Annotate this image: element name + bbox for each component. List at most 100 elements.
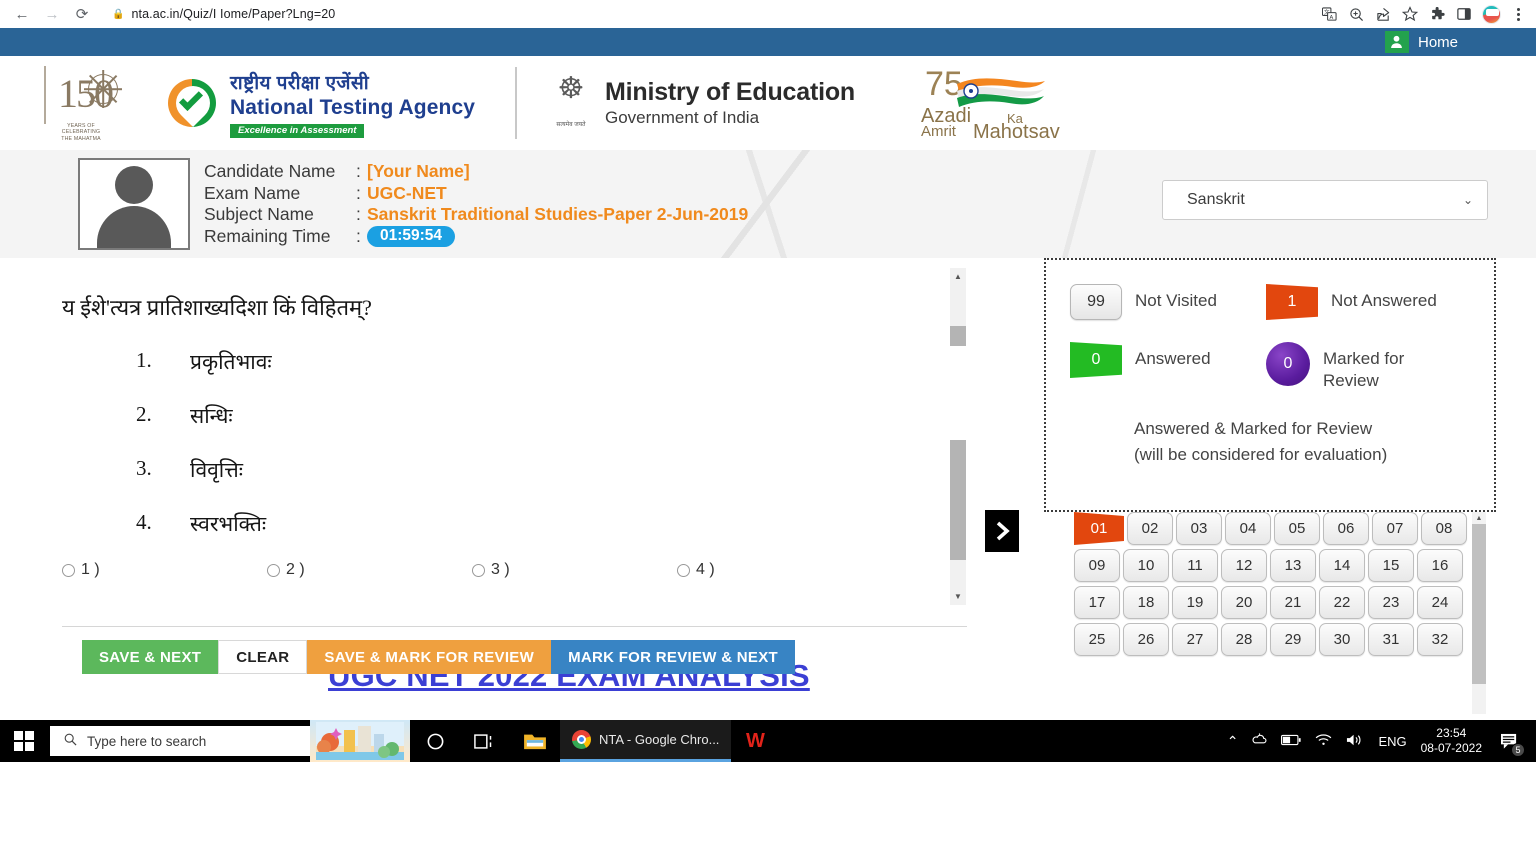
- scrollbar-thumb[interactable]: [950, 440, 966, 560]
- bookmark-star-icon[interactable]: [1398, 2, 1422, 26]
- palette-item-12[interactable]: 12: [1221, 549, 1267, 582]
- answer-radio-2[interactable]: 2 ): [267, 561, 472, 579]
- palette-item-24[interactable]: 24: [1417, 586, 1463, 619]
- back-arrow-icon[interactable]: ←: [8, 2, 36, 26]
- palette-item-19[interactable]: 19: [1172, 586, 1218, 619]
- windows-start-icon[interactable]: [0, 720, 48, 762]
- palette-scrollbar[interactable]: ▲: [1472, 512, 1486, 714]
- palette-item-06[interactable]: 06: [1323, 512, 1369, 545]
- option-item: 4. स्वरभक्तिः: [136, 510, 1022, 538]
- cortana-circle-icon[interactable]: [410, 720, 460, 762]
- legend-item-answered: 0 Answered: [1070, 342, 1266, 392]
- palette-item-15[interactable]: 15: [1368, 549, 1414, 582]
- translate-icon[interactable]: 文A: [1317, 2, 1341, 26]
- colon-2: :: [356, 182, 361, 203]
- palette-item-28[interactable]: 28: [1221, 623, 1267, 656]
- save-and-next-button[interactable]: SAVE & NEXT: [82, 640, 219, 674]
- palette-item-02[interactable]: 02: [1127, 512, 1173, 545]
- sidebar-panel-icon[interactable]: [1452, 2, 1476, 26]
- clear-button[interactable]: CLEAR: [218, 640, 308, 674]
- answer-radio-1[interactable]: 1 ): [62, 561, 267, 579]
- legend-label-marked-for-review: Marked for Review: [1323, 349, 1405, 390]
- scroll-down-arrow-icon[interactable]: ▼: [950, 588, 966, 604]
- palette-item-03[interactable]: 03: [1176, 512, 1222, 545]
- palette-item-31[interactable]: 31: [1368, 623, 1414, 656]
- legend-count-marked-for-review: 0: [1266, 342, 1310, 386]
- onedrive-icon[interactable]: [1252, 732, 1267, 750]
- palette-item-14[interactable]: 14: [1319, 549, 1365, 582]
- taskbar-active-window-chrome[interactable]: NTA - Google Chro...: [560, 720, 732, 762]
- legend-item-not-answered: 1 Not Answered: [1266, 284, 1462, 320]
- palette-item-10[interactable]: 10: [1123, 549, 1169, 582]
- nta-tagline: Excellence in Assessment: [230, 123, 365, 138]
- forward-arrow-icon[interactable]: →: [38, 2, 66, 26]
- chevron-up-icon[interactable]: ⌃: [1227, 733, 1239, 750]
- palette-item-18[interactable]: 18: [1123, 586, 1169, 619]
- taskbar-clock[interactable]: 23:54 08-07-2022: [1421, 726, 1482, 756]
- palette-item-07[interactable]: 07: [1372, 512, 1418, 545]
- file-explorer-icon[interactable]: [510, 720, 560, 762]
- palette-item-27[interactable]: 27: [1172, 623, 1218, 656]
- palette-item-04[interactable]: 04: [1225, 512, 1271, 545]
- zoom-icon[interactable]: [1344, 2, 1368, 26]
- scroll-up-arrow-icon[interactable]: ▲: [950, 268, 966, 284]
- share-icon[interactable]: [1371, 2, 1395, 26]
- charkha-spokes-icon: [88, 74, 118, 104]
- palette-item-20[interactable]: 20: [1221, 586, 1267, 619]
- windows-taskbar: Type here to search NTA - Google Chro...…: [0, 720, 1536, 762]
- palette-item-29[interactable]: 29: [1270, 623, 1316, 656]
- palette-item-09[interactable]: 09: [1074, 549, 1120, 582]
- scrollbar-thumb[interactable]: [950, 326, 966, 346]
- question-scrollbar-lower[interactable]: ▼: [950, 440, 966, 605]
- candidate-info-bar: Candidate Name : [Your Name] Exam Name :…: [0, 150, 1536, 258]
- palette-item-17[interactable]: 17: [1074, 586, 1120, 619]
- save-and-mark-for-review-button[interactable]: SAVE & MARK FOR REVIEW: [307, 640, 552, 674]
- question-text: य ईशे'त्यत्र प्रातिशाख्यदिशा किं विहितम्…: [62, 295, 372, 320]
- palette-item-22[interactable]: 22: [1319, 586, 1365, 619]
- wifi-icon[interactable]: [1315, 733, 1332, 749]
- option-text: सन्धिः: [190, 404, 233, 428]
- ministry-logo: ☸ सत्यमेव जयते Ministry of Education Gov…: [551, 72, 855, 134]
- palette-item-01[interactable]: 01: [1074, 512, 1124, 545]
- palette-item-16[interactable]: 16: [1417, 549, 1463, 582]
- remaining-time-value: 01:59:54: [367, 225, 456, 247]
- palette-item-25[interactable]: 25: [1074, 623, 1120, 656]
- palette-item-21[interactable]: 21: [1270, 586, 1316, 619]
- reload-icon[interactable]: ⟳: [68, 2, 96, 26]
- question-palette: 01 02 03 04 05 06 07 08 09 10 11 12 13 1…: [1044, 512, 1496, 718]
- task-view-icon[interactable]: [460, 720, 510, 762]
- anniversary-caption: YEARS OF CELEBRATING THE MAHATMA: [61, 122, 101, 142]
- palette-item-08[interactable]: 08: [1421, 512, 1467, 545]
- scrollbar-thumb[interactable]: [1472, 524, 1486, 684]
- notifications-icon[interactable]: 5: [1496, 728, 1525, 757]
- mark-for-review-and-next-button[interactable]: MARK FOR REVIEW & NEXT: [551, 640, 795, 674]
- answer-radio-4[interactable]: 4 ): [677, 561, 882, 579]
- address-bar[interactable]: 🔒 nta.ac.in/Quiz/I Iome/Paper?Lng=20: [104, 4, 1234, 24]
- palette-item-05[interactable]: 05: [1274, 512, 1320, 545]
- home-button[interactable]: Home: [1384, 31, 1458, 53]
- option-item: 3. विवृत्तिः: [136, 456, 1022, 484]
- scroll-up-arrow-icon[interactable]: ▲: [1472, 512, 1486, 524]
- profile-avatar-icon[interactable]: [1479, 2, 1503, 26]
- palette-item-13[interactable]: 13: [1270, 549, 1316, 582]
- question-scrollbar-upper[interactable]: ▲: [950, 268, 966, 346]
- palette-item-32[interactable]: 32: [1417, 623, 1463, 656]
- answer-radio-3[interactable]: 3 ): [472, 561, 677, 579]
- chrome-menu-icon[interactable]: [1506, 2, 1530, 26]
- ashoka-emblem-icon: ☸ सत्यमेव जयते: [551, 72, 591, 134]
- palette-item-23[interactable]: 23: [1368, 586, 1414, 619]
- palette-item-30[interactable]: 30: [1319, 623, 1365, 656]
- wps-office-icon[interactable]: W: [731, 720, 779, 762]
- panel-toggle-button[interactable]: [985, 510, 1019, 552]
- extensions-puzzle-icon[interactable]: [1425, 2, 1449, 26]
- volume-icon[interactable]: [1346, 733, 1364, 750]
- chrome-icon: [572, 730, 591, 749]
- taskbar-search-input[interactable]: Type here to search: [50, 726, 310, 756]
- battery-icon[interactable]: [1281, 733, 1302, 749]
- ministry-subtitle: Government of India: [605, 108, 760, 127]
- news-weather-widget-icon[interactable]: [310, 720, 410, 762]
- language-select[interactable]: Sanskrit ⌄: [1162, 180, 1488, 220]
- taskbar-language[interactable]: ENG: [1378, 734, 1406, 749]
- palette-item-26[interactable]: 26: [1123, 623, 1169, 656]
- palette-item-11[interactable]: 11: [1172, 549, 1218, 582]
